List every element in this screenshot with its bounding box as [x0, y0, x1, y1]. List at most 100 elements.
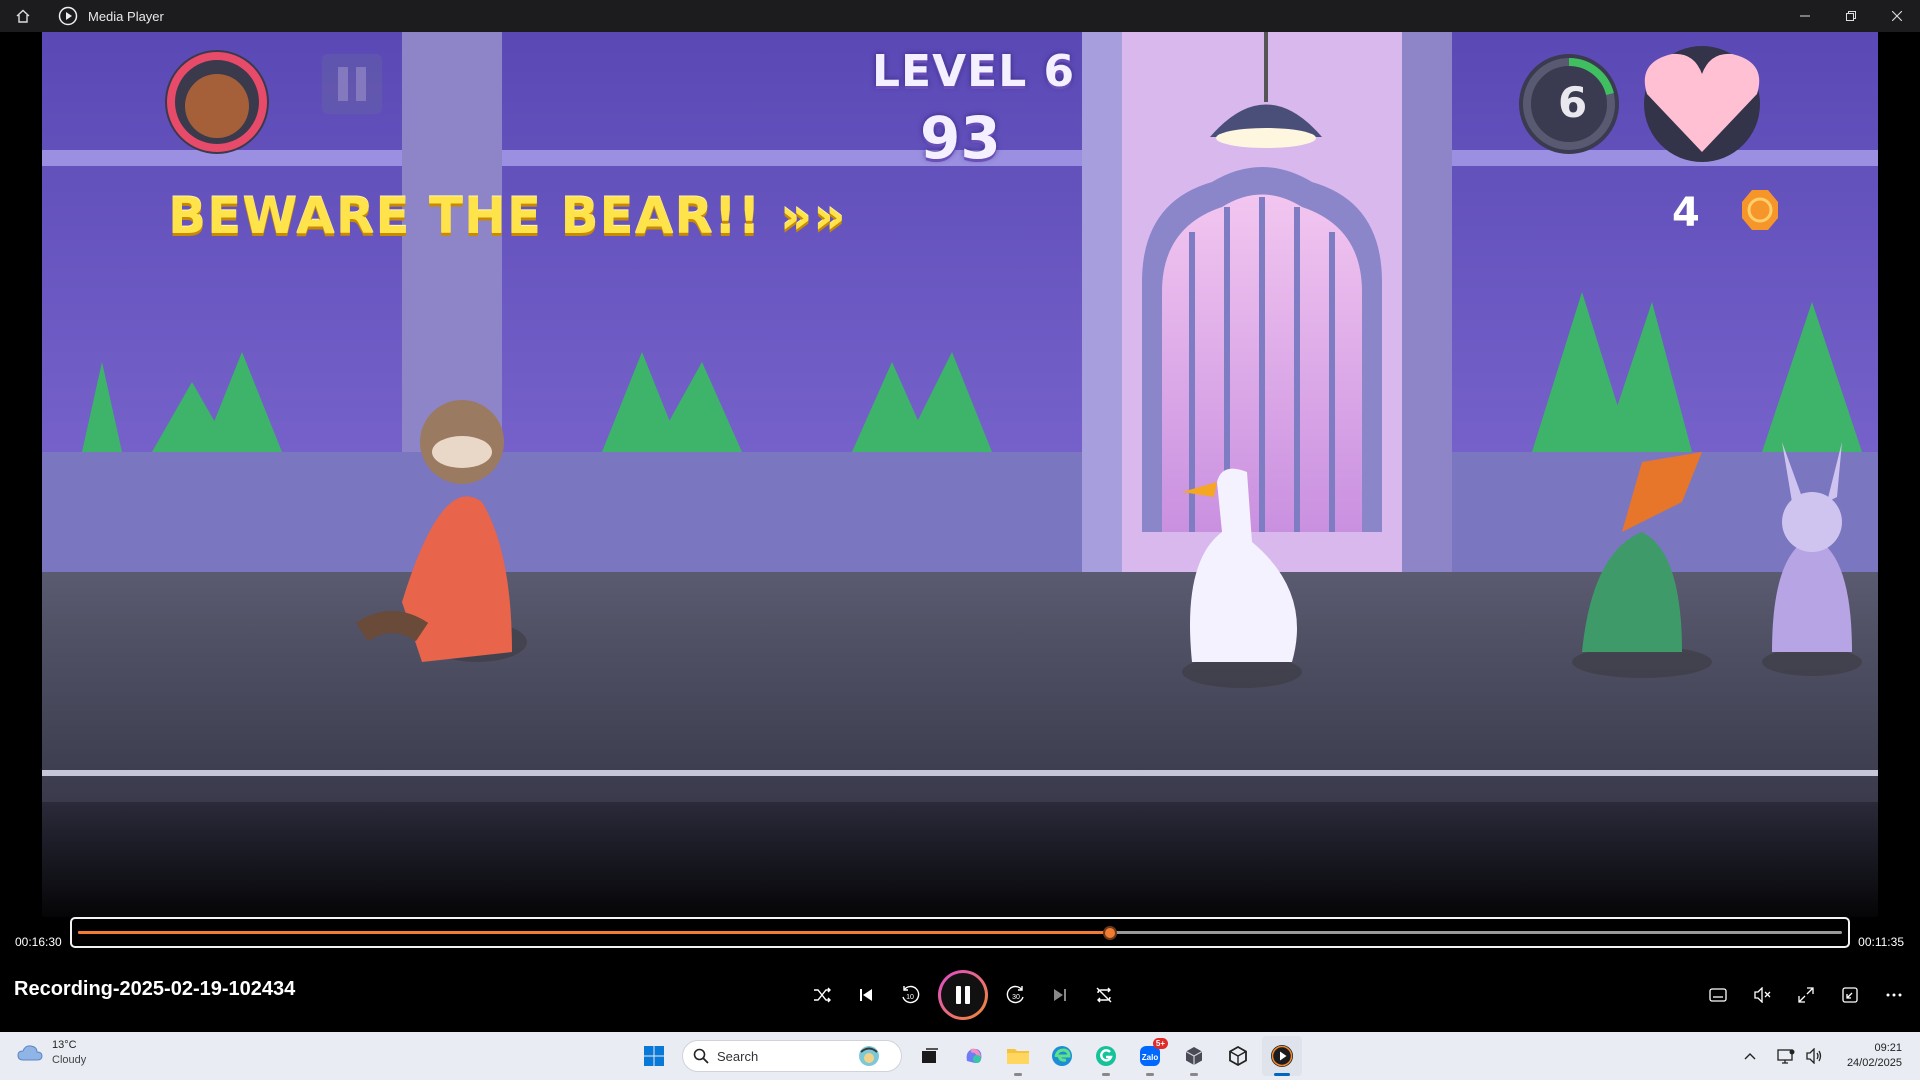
media-player-icon — [58, 6, 78, 26]
svg-text:Zalo: Zalo — [1142, 1053, 1159, 1062]
copilot-icon — [966, 1048, 982, 1063]
mute-button[interactable] — [1740, 973, 1784, 1017]
home-button[interactable] — [0, 0, 46, 32]
task-view-button[interactable] — [910, 1036, 950, 1076]
show-hidden-icons-button[interactable] — [1736, 1042, 1764, 1070]
cloud-icon — [17, 1045, 43, 1061]
system-tray: 09:21 24/02/2025 — [1736, 1032, 1920, 1080]
heart-icon — [1644, 46, 1760, 162]
clock-time: 09:21 — [1874, 1042, 1902, 1054]
more-options-button[interactable] — [1872, 973, 1916, 1017]
edge-button[interactable] — [1042, 1036, 1082, 1076]
level-label: LEVEL 6 — [872, 46, 1076, 97]
pause-button[interactable] — [938, 970, 988, 1020]
bear-portrait-icon — [165, 50, 269, 154]
window-title: Media Player — [88, 8, 164, 24]
cube-outline-icon — [1229, 1045, 1247, 1067]
clock[interactable]: 09:21 24/02/2025 — [1836, 1041, 1920, 1071]
fullscreen-button[interactable] — [1784, 973, 1828, 1017]
network-icon — [1777, 1049, 1795, 1064]
close-icon — [1892, 11, 1902, 21]
game-pause-icon — [322, 54, 382, 114]
mute-icon — [1754, 987, 1771, 1003]
pause-icon — [956, 986, 970, 1004]
player-controls: Recording-2025-02-19-102434 10 30 — [0, 958, 1920, 1032]
coin-count: 4 — [1672, 190, 1700, 236]
previous-button[interactable] — [844, 973, 888, 1017]
coin-icon — [1742, 190, 1778, 230]
forward-30-icon: 30 — [1006, 985, 1024, 1004]
more-icon — [1886, 993, 1902, 997]
next-icon — [1054, 989, 1066, 1001]
volume-button[interactable] — [1800, 1042, 1828, 1070]
windows-icon — [644, 1046, 664, 1066]
running-indicator — [1146, 1073, 1154, 1076]
seek-progress — [78, 931, 1110, 934]
next-button[interactable] — [1038, 973, 1082, 1017]
repeat-off-icon — [1096, 987, 1112, 1003]
weather-temperature: 13°C — [52, 1039, 77, 1051]
media-title: Recording-2025-02-19-102434 — [14, 978, 296, 1000]
seek-thumb[interactable] — [1102, 926, 1117, 940]
grammarly-icon — [1096, 1046, 1116, 1066]
restore-icon — [1846, 11, 1856, 21]
task-view-icon — [922, 1048, 938, 1063]
rewind-10-icon: 10 — [902, 985, 920, 1004]
previous-icon — [860, 989, 872, 1001]
cube-app-button[interactable] — [1174, 1036, 1214, 1076]
taskbar: 13°C Cloudy Search Zalo 5+ 09:21 24/02/2… — [0, 1032, 1920, 1080]
beware-banner: BEWARE THE BEAR!! »» — [168, 187, 847, 245]
folder-icon — [1007, 1049, 1029, 1064]
notification-badge: 5+ — [1152, 1038, 1168, 1049]
volume-icon — [1806, 1048, 1822, 1064]
weather-widget[interactable]: 13°C Cloudy — [16, 1038, 86, 1068]
copilot-button[interactable] — [954, 1036, 994, 1076]
search-icon — [693, 1048, 709, 1064]
zalo-button[interactable]: Zalo 5+ — [1130, 1036, 1170, 1076]
elapsed-time: 00:16:30 — [15, 935, 62, 949]
grammarly-button[interactable] — [1086, 1036, 1126, 1076]
rewind-seconds: 10 — [906, 994, 914, 1001]
running-indicator — [1190, 1073, 1198, 1076]
forward-30-button[interactable]: 30 — [994, 973, 1038, 1017]
home-icon — [16, 9, 30, 23]
media-player-taskbar-icon — [1271, 1045, 1293, 1067]
shuffle-icon — [814, 987, 831, 1003]
network-button[interactable] — [1772, 1042, 1800, 1070]
forward-seconds: 30 — [1012, 994, 1020, 1001]
title-bar: Media Player — [0, 0, 1920, 32]
mini-player-icon — [1842, 987, 1858, 1003]
restore-button[interactable] — [1828, 0, 1874, 32]
repeat-button[interactable] — [1082, 973, 1126, 1017]
minimize-button[interactable] — [1782, 0, 1828, 32]
level-ring-number: 6 — [1558, 78, 1588, 127]
remaining-time: 00:11:35 — [1858, 935, 1904, 949]
minimize-icon — [1800, 15, 1810, 17]
media-player-taskbar-button[interactable] — [1262, 1036, 1302, 1076]
close-button[interactable] — [1874, 0, 1920, 32]
shuffle-button[interactable] — [800, 973, 844, 1017]
file-explorer-button[interactable] — [998, 1036, 1038, 1076]
cube-icon — [1185, 1047, 1203, 1065]
cube-app-2-button[interactable] — [1218, 1036, 1258, 1076]
fullscreen-icon — [1798, 987, 1814, 1003]
start-button[interactable] — [634, 1036, 674, 1076]
chevron-up-icon — [1744, 1053, 1756, 1060]
edge-icon — [1052, 1046, 1072, 1066]
running-indicator — [1102, 1073, 1110, 1076]
seek-bar[interactable] — [70, 917, 1850, 948]
clock-date: 24/02/2025 — [1846, 1057, 1902, 1069]
weather-description: Cloudy — [52, 1054, 87, 1066]
score-value: 93 — [920, 104, 1001, 172]
captions-icon — [1709, 988, 1727, 1002]
captions-button[interactable] — [1696, 973, 1740, 1017]
video-frame[interactable]: LEVEL 6 93 BEWARE THE BEAR!! »» 4 6 — [42, 32, 1878, 917]
rewind-10-button[interactable]: 10 — [888, 973, 932, 1017]
active-indicator — [1274, 1073, 1290, 1076]
taskbar-search[interactable]: Search — [682, 1040, 902, 1072]
search-placeholder: Search — [717, 1048, 759, 1064]
mini-player-button[interactable] — [1828, 973, 1872, 1017]
search-highlight-icon — [859, 1046, 879, 1066]
running-indicator — [1014, 1073, 1022, 1076]
seek-track[interactable] — [78, 926, 1842, 940]
